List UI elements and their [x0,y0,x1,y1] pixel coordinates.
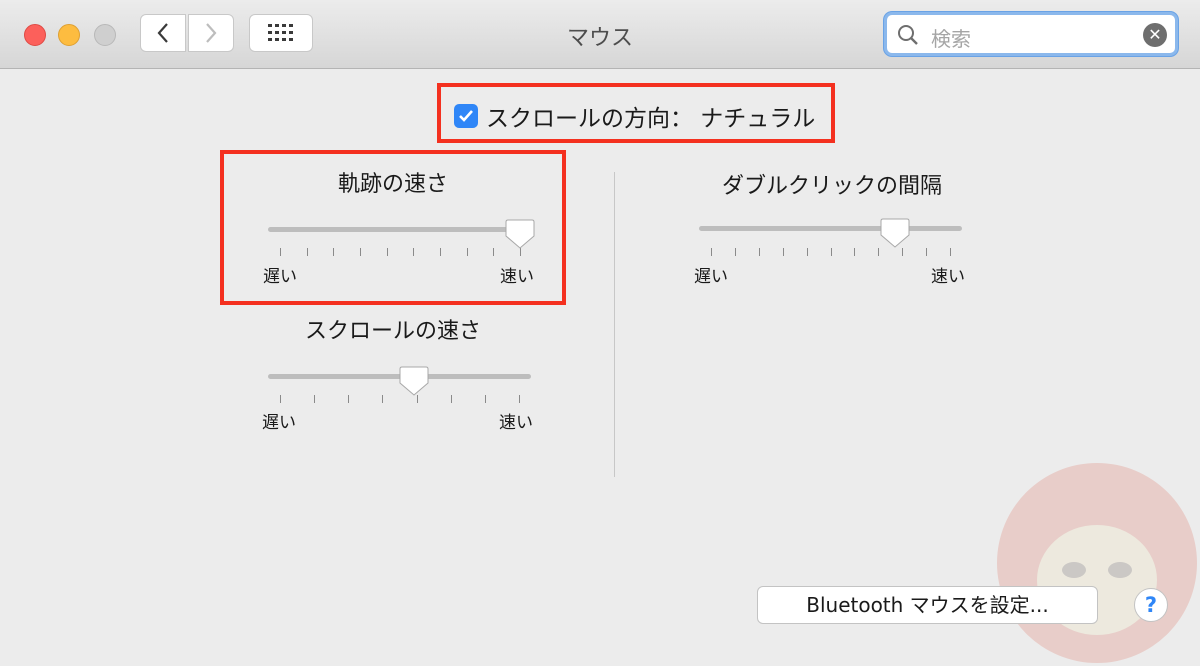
slider-tick [440,248,441,256]
slider-tick [280,248,281,256]
slider-tick [711,248,712,256]
slider-track [699,226,962,231]
slider-tick [413,248,415,256]
slider-tick [348,395,350,403]
slider-tick [854,248,856,256]
slider-tick [484,395,486,403]
setup-bluetooth-mouse-button[interactable]: Bluetooth マウスを設定... [757,586,1098,624]
slider-tick [902,248,904,256]
search-field[interactable]: 検索 ✕ [884,12,1178,56]
double-click-max-label: 速い [931,267,965,287]
slider-tick [493,248,495,256]
scroll-direction-label: スクロールの方向： ナチュラル [486,106,816,132]
slider-thumb[interactable] [880,217,910,249]
slider-tick [450,395,452,403]
title-bar: マウス 検索 ✕ [0,0,1200,69]
slider-thumb[interactable] [399,365,429,397]
slider-tick [734,248,736,256]
double-click-min-label: 遅い [694,267,728,287]
scroll-direction-row[interactable]: スクロールの方向： ナチュラル [454,99,815,133]
slider-tick [782,248,784,256]
checkmark-icon [459,110,473,122]
help-button[interactable]: ? [1134,588,1168,622]
scroll-speed-group: スクロールの速さ 遅い 速い [243,313,543,443]
slider-tick [280,395,281,403]
scroll-speed-max-label: 速い [499,413,533,433]
search-placeholder: 検索 [931,27,971,51]
slider-tick [830,248,832,256]
watermark-logo [997,463,1197,663]
slider-tick [333,248,335,256]
slider-tick [466,248,468,256]
slider-thumb[interactable] [505,218,535,250]
clear-search-icon[interactable]: ✕ [1143,23,1167,47]
slider-tick [519,395,520,403]
slider-tick [758,248,760,256]
slider-track [268,227,532,232]
tracking-speed-max-label: 速い [500,267,534,287]
slider-tick [806,248,808,256]
scroll-speed-min-label: 遅い [262,413,296,433]
tracking-speed-min-label: 遅い [263,267,297,287]
column-divider [614,172,615,477]
slider-tick [306,248,308,256]
slider-tick [878,248,880,256]
slider-tick [386,248,388,256]
search-icon [898,25,918,45]
scroll-direction-checkbox[interactable] [454,104,478,128]
slider-tick [314,395,316,403]
slider-tick [950,248,951,256]
slider-tick [382,395,384,403]
slider-tick [926,248,928,256]
tracking-speed-group: 軌跡の速さ 遅い 速い [243,166,543,296]
slider-tick [360,248,361,256]
double-click-group: ダブルクリックの間隔 遅い 速い [674,166,990,296]
